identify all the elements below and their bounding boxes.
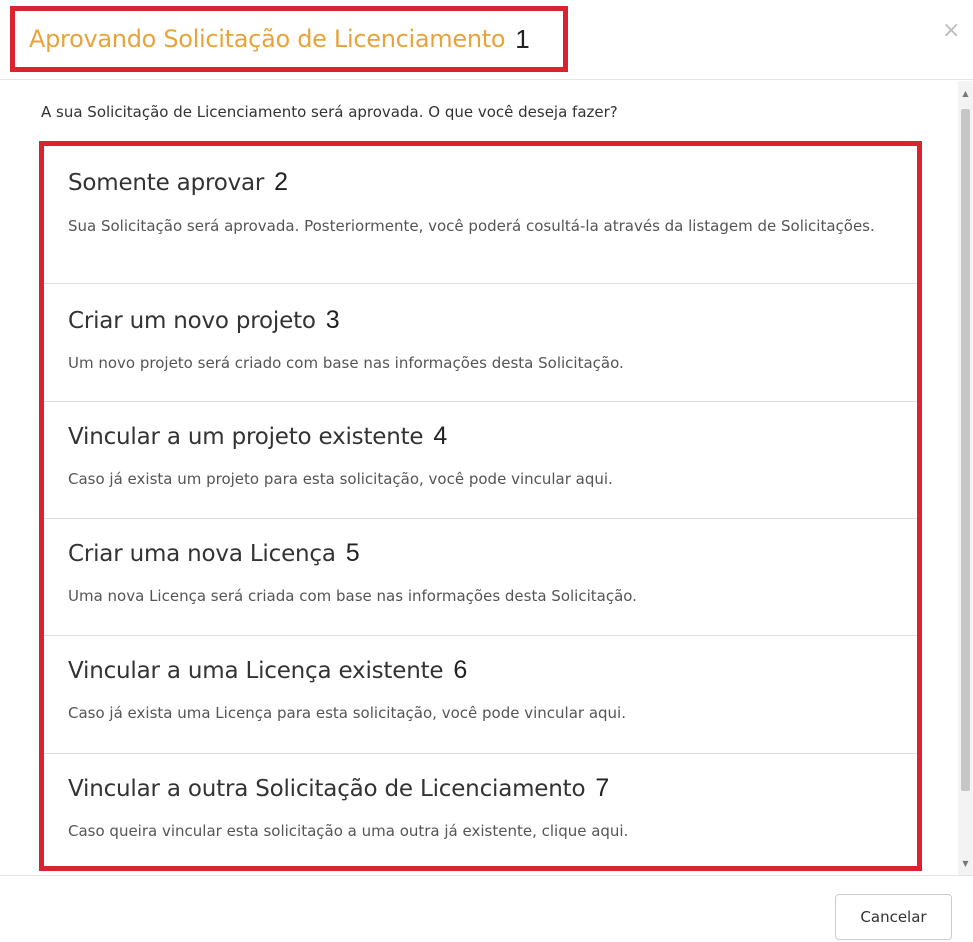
options-highlight-box: Somente aprovar 2 Sua Solicitação será ap… xyxy=(39,141,922,871)
option-description: Sua Solicitação será aprovada. Posterior… xyxy=(68,217,875,235)
option-description: Um novo projeto será criado com base nas… xyxy=(68,354,624,372)
modal-prompt: A sua Solicitação de Licenciamento será … xyxy=(41,103,618,121)
option-description: Uma nova Licença será criada com base na… xyxy=(68,587,637,605)
modal-header: Aprovando Solicitação de Licenciamento 1… xyxy=(0,0,973,80)
vertical-scrollbar[interactable]: ▲ ▼ xyxy=(958,81,973,875)
scroll-up-arrow-icon[interactable]: ▲ xyxy=(958,85,973,101)
option-callout-number: 5 xyxy=(345,539,360,567)
title-highlight-box: Aprovando Solicitação de Licenciamento 1 xyxy=(10,6,568,72)
option-callout-number: 2 xyxy=(274,168,288,196)
option-callout-number: 3 xyxy=(325,306,340,334)
option-callout-number: 7 xyxy=(595,774,610,802)
option-vincular-outra-solicitacao[interactable]: Vincular a outra Solicitação de Licencia… xyxy=(44,754,917,866)
modal-body: A sua Solicitação de Licenciamento será … xyxy=(0,81,973,875)
modal-title: Aprovando Solicitação de Licenciamento xyxy=(29,25,506,53)
modal-footer: Cancelar xyxy=(0,875,973,942)
option-callout-number: 4 xyxy=(433,422,448,450)
close-icon[interactable]: × xyxy=(942,20,960,42)
option-vincular-licenca-existente[interactable]: Vincular a uma Licença existente 6 Caso j… xyxy=(44,636,917,754)
option-title: Vincular a outra Solicitação de Licencia… xyxy=(68,774,610,802)
scroll-down-arrow-icon[interactable]: ▼ xyxy=(958,855,973,871)
option-description: Caso queira vincular esta solicitação a … xyxy=(68,822,629,840)
option-callout-number: 6 xyxy=(453,656,468,684)
title-callout-number: 1 xyxy=(515,23,530,54)
option-criar-nova-licenca[interactable]: Criar uma nova Licença 5 Uma nova Licença… xyxy=(44,519,917,636)
option-title: Vincular a uma Licença existente 6 xyxy=(68,656,468,684)
option-somente-aprovar[interactable]: Somente aprovar 2 Sua Solicitação será ap… xyxy=(44,146,917,284)
option-title: Criar uma nova Licença 5 xyxy=(68,539,360,567)
scrollbar-thumb[interactable] xyxy=(961,109,970,791)
option-vincular-projeto-existente[interactable]: Vincular a um projeto existente 4 Caso já… xyxy=(44,402,917,519)
option-title: Somente aprovar 2 xyxy=(68,168,288,196)
option-criar-novo-projeto[interactable]: Criar um novo projeto 3 Um novo projeto s… xyxy=(44,284,917,402)
option-description: Caso já exista um projeto para esta soli… xyxy=(68,470,613,488)
option-title: Criar um novo projeto 3 xyxy=(68,306,340,334)
cancel-button[interactable]: Cancelar xyxy=(835,894,952,940)
option-description: Caso já exista uma Licença para esta sol… xyxy=(68,704,626,722)
option-title: Vincular a um projeto existente 4 xyxy=(68,422,448,450)
